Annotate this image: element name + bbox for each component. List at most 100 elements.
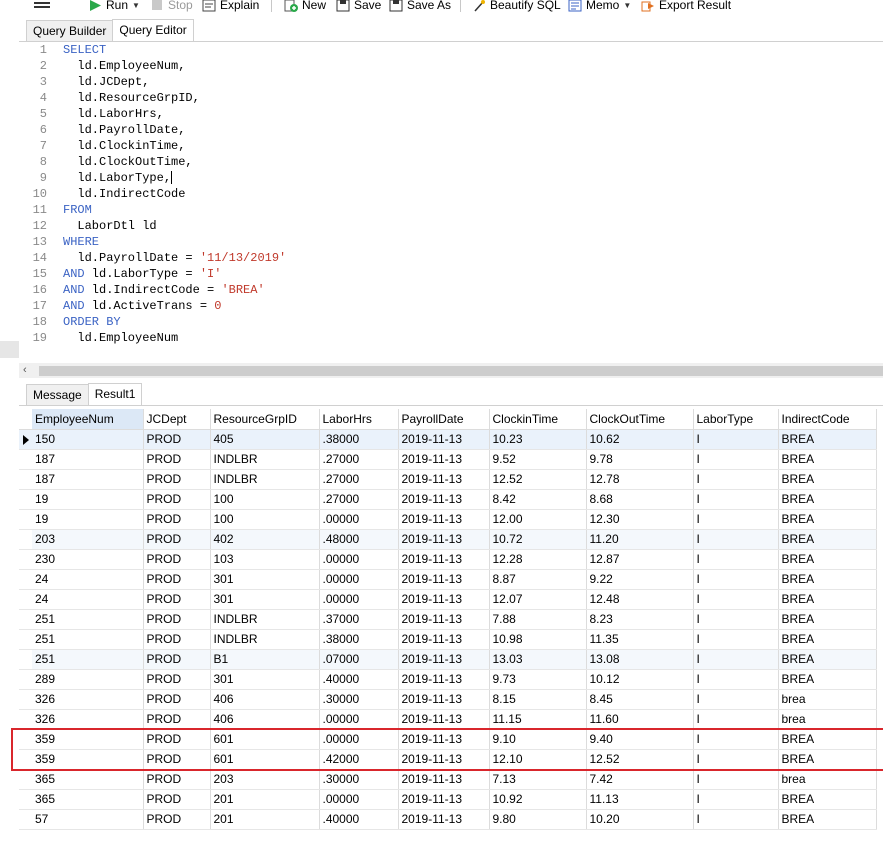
table-cell[interactable]: I	[693, 629, 779, 650]
table-cell[interactable]: PROD	[143, 509, 211, 530]
table-cell[interactable]: 301	[210, 589, 320, 610]
table-cell[interactable]: I	[693, 469, 779, 490]
table-cell[interactable]: 201	[210, 789, 320, 810]
table-cell[interactable]: 8.68	[586, 489, 694, 510]
table-row[interactable]: 365 PROD 203.30000 2019-11-13 7.13 7.42 Ibrea	[19, 769, 877, 790]
table-cell[interactable]: 12.87	[586, 549, 694, 570]
table-cell[interactable]: PROD	[143, 809, 211, 830]
row-indicator[interactable]	[19, 649, 32, 670]
table-cell[interactable]: 10.12	[586, 669, 694, 690]
table-cell[interactable]: BREA	[778, 509, 877, 530]
run-button[interactable]: Run ▼	[88, 0, 140, 13]
table-cell[interactable]: .37000	[319, 609, 399, 630]
table-cell[interactable]: 10.23	[489, 429, 587, 450]
tab-query-builder[interactable]: Query Builder	[26, 20, 114, 41]
table-cell[interactable]: 2019-11-13	[398, 569, 490, 590]
table-cell[interactable]: 2019-11-13	[398, 429, 490, 450]
table-cell[interactable]: I	[693, 669, 779, 690]
table-cell[interactable]: 365	[32, 789, 144, 810]
table-cell[interactable]: BREA	[778, 449, 877, 470]
table-cell[interactable]: 13.08	[586, 649, 694, 670]
table-row[interactable]: 289 PROD 301.40000 2019-11-13 9.73 10.12 I BREA	[19, 669, 877, 690]
table-cell[interactable]: 326	[32, 689, 144, 710]
table-cell[interactable]: 2019-11-13	[398, 609, 490, 630]
column-header[interactable]: EmployeeNum	[32, 409, 144, 430]
table-cell[interactable]: .00000	[319, 509, 399, 530]
table-cell[interactable]: .27000	[319, 469, 399, 490]
table-cell[interactable]: 9.22	[586, 569, 694, 590]
column-header[interactable]: LaborType	[693, 409, 779, 430]
table-cell[interactable]: I	[693, 709, 779, 730]
table-cell[interactable]: 201	[210, 809, 320, 830]
table-cell[interactable]: BREA	[778, 569, 877, 590]
table-cell[interactable]: I	[693, 769, 779, 790]
row-indicator[interactable]	[19, 469, 32, 490]
table-cell[interactable]: 8.23	[586, 609, 694, 630]
table-cell[interactable]: .40000	[319, 809, 399, 830]
table-cell[interactable]: 2019-11-13	[398, 469, 490, 490]
editor-horizontal-scrollbar[interactable]: ‹	[19, 363, 883, 378]
column-header[interactable]: JCDept	[143, 409, 211, 430]
column-header[interactable]: ResourceGrpID	[210, 409, 320, 430]
table-cell[interactable]: 2019-11-13	[398, 689, 490, 710]
memo-dropdown-icon[interactable]: ▼	[623, 1, 631, 10]
table-cell[interactable]: 2019-11-13	[398, 769, 490, 790]
table-cell[interactable]: PROD	[143, 449, 211, 470]
table-cell[interactable]: PROD	[143, 549, 211, 570]
tab-result1[interactable]: Result1	[87, 383, 143, 405]
table-cell[interactable]: 24	[32, 569, 144, 590]
explain-button[interactable]: Explain	[202, 0, 259, 13]
table-cell[interactable]: 10.92	[489, 789, 587, 810]
table-cell[interactable]: 13.03	[489, 649, 587, 670]
table-cell[interactable]: BREA	[778, 669, 877, 690]
table-cell[interactable]: 203	[32, 529, 144, 550]
table-row[interactable]: 230 PROD 103.00000 2019-11-13 12.28 12.87 I BRE…	[19, 549, 877, 570]
table-cell[interactable]: 11.13	[586, 789, 694, 810]
table-cell[interactable]: BREA	[778, 429, 877, 450]
table-cell[interactable]: 11.15	[489, 709, 587, 730]
save-button[interactable]: Save	[336, 0, 381, 13]
table-cell[interactable]: BREA	[778, 489, 877, 510]
table-cell[interactable]: 12.78	[586, 469, 694, 490]
row-indicator[interactable]	[19, 669, 32, 690]
table-cell[interactable]: PROD	[143, 529, 211, 550]
table-cell[interactable]: 9.73	[489, 669, 587, 690]
table-cell[interactable]: I	[693, 809, 779, 830]
tab-query-editor[interactable]: Query Editor	[112, 19, 194, 41]
table-cell[interactable]: 9.80	[489, 809, 587, 830]
table-cell[interactable]: 203	[210, 769, 320, 790]
table-cell[interactable]: PROD	[143, 789, 211, 810]
table-row[interactable]: 187 PROD INDLBR .27000 2019-11-13 12.52 12.78 I…	[19, 469, 877, 490]
save-as-button[interactable]: Save As	[389, 0, 451, 13]
table-cell[interactable]: 8.42	[489, 489, 587, 510]
table-cell[interactable]: I	[693, 649, 779, 670]
table-cell[interactable]: PROD	[143, 589, 211, 610]
table-row[interactable]: 150 PROD 405.38000 2019-11-13 10.23 10.62 I BRE…	[19, 429, 877, 450]
table-cell[interactable]: I	[693, 589, 779, 610]
table-cell[interactable]: 19	[32, 489, 144, 510]
table-cell[interactable]: PROD	[143, 649, 211, 670]
table-cell[interactable]: 100	[210, 509, 320, 530]
column-header[interactable]: ClockOutTime	[586, 409, 694, 430]
column-header[interactable]: PayrollDate	[398, 409, 490, 430]
table-cell[interactable]: 9.52	[489, 449, 587, 470]
table-row[interactable]: 19 PROD 100.00000 2019-11-13 12.00 12.30 I BREA	[19, 509, 877, 530]
row-indicator[interactable]	[19, 809, 32, 830]
table-cell[interactable]: 10.20	[586, 809, 694, 830]
table-cell[interactable]: 10.98	[489, 629, 587, 650]
table-cell[interactable]: BREA	[778, 809, 877, 830]
table-row[interactable]: 365 PROD 201.00000 2019-11-13 10.92 11.13 I BRE…	[19, 789, 877, 810]
hamburger-menu-icon[interactable]	[34, 0, 50, 12]
row-indicator[interactable]	[19, 689, 32, 710]
row-indicator[interactable]	[19, 589, 32, 610]
table-cell[interactable]: PROD	[143, 429, 211, 450]
table-cell[interactable]: .30000	[319, 689, 399, 710]
table-cell[interactable]: 2019-11-13	[398, 709, 490, 730]
table-row[interactable]: 326 PROD 406.00000 2019-11-13 11.15 11.60 Ibre…	[19, 709, 877, 730]
row-indicator[interactable]	[19, 509, 32, 530]
table-cell[interactable]: 7.13	[489, 769, 587, 790]
table-cell[interactable]: BREA	[778, 629, 877, 650]
table-cell[interactable]: I	[693, 509, 779, 530]
table-row[interactable]: 251 PROD B1.07000 2019-11-13 13.03 13.08 I BREA	[19, 649, 877, 670]
beautify-sql-button[interactable]: Beautify SQL	[472, 0, 561, 13]
